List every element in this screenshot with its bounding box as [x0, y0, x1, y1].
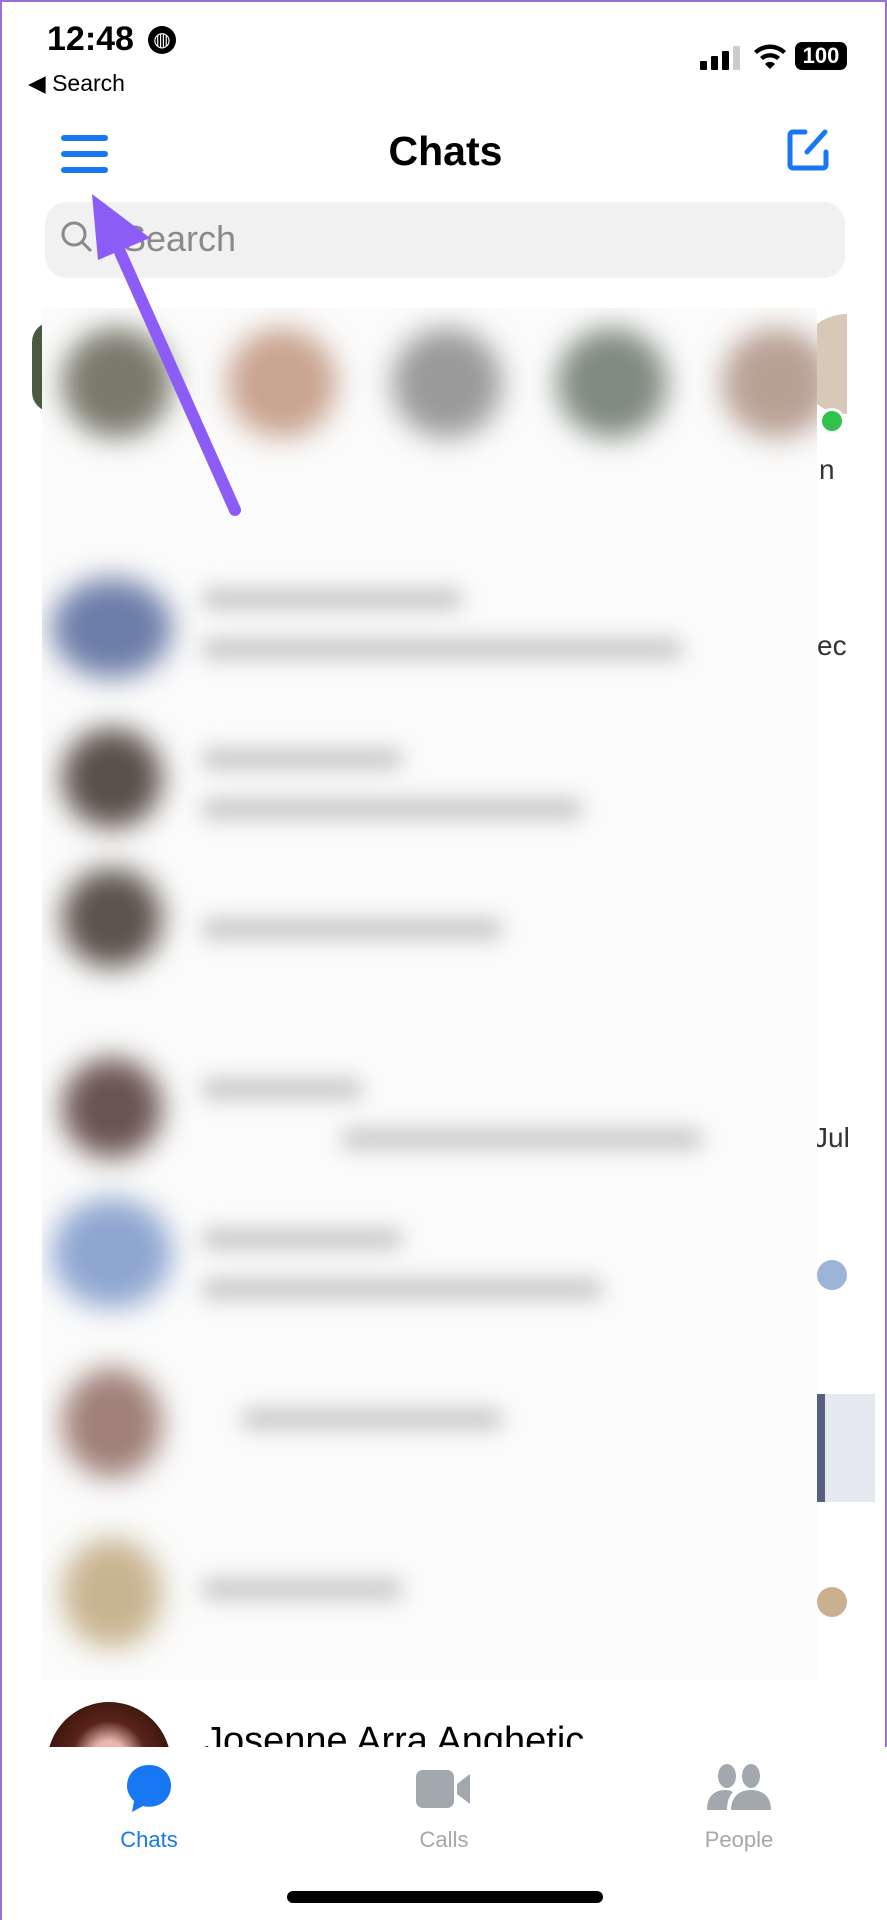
- tab-calls[interactable]: Calls: [344, 1762, 544, 1853]
- back-label: Search: [52, 70, 125, 96]
- online-status-dot: [819, 408, 845, 434]
- video-camera-icon: [416, 1770, 470, 1808]
- search-placeholder: Search: [122, 218, 237, 259]
- people-icon: [707, 1764, 771, 1810]
- blurred-chat-list: [42, 308, 817, 1680]
- back-to-app-link[interactable]: ◀ Search: [28, 70, 125, 97]
- chat-bubble-icon: [127, 1765, 171, 1812]
- home-indicator[interactable]: [287, 1891, 603, 1903]
- tab-chats[interactable]: Chats: [49, 1762, 249, 1853]
- chat-time-fragment: ec: [817, 630, 847, 661]
- globe-icon: ◍: [148, 26, 176, 54]
- page-title: Chats: [388, 128, 503, 174]
- tab-label: Calls: [419, 1827, 469, 1852]
- tab-people[interactable]: People: [639, 1762, 839, 1853]
- status-time: 12:48: [47, 20, 134, 58]
- tab-label: People: [704, 1827, 774, 1852]
- battery-indicator: 100: [795, 42, 847, 70]
- read-receipt-avatar: [817, 1587, 847, 1617]
- tab-label: Chats: [120, 1827, 178, 1852]
- story-name-fragment: n: [819, 454, 835, 485]
- chat-time-fragment: Jul: [814, 1122, 850, 1153]
- search-icon: [60, 220, 94, 254]
- compose-icon[interactable]: [787, 128, 829, 172]
- cellular-signal-icon: [700, 46, 740, 70]
- read-receipt-avatar: [817, 1260, 847, 1290]
- wifi-icon: [752, 40, 788, 78]
- media-thumbnail: [817, 1394, 875, 1502]
